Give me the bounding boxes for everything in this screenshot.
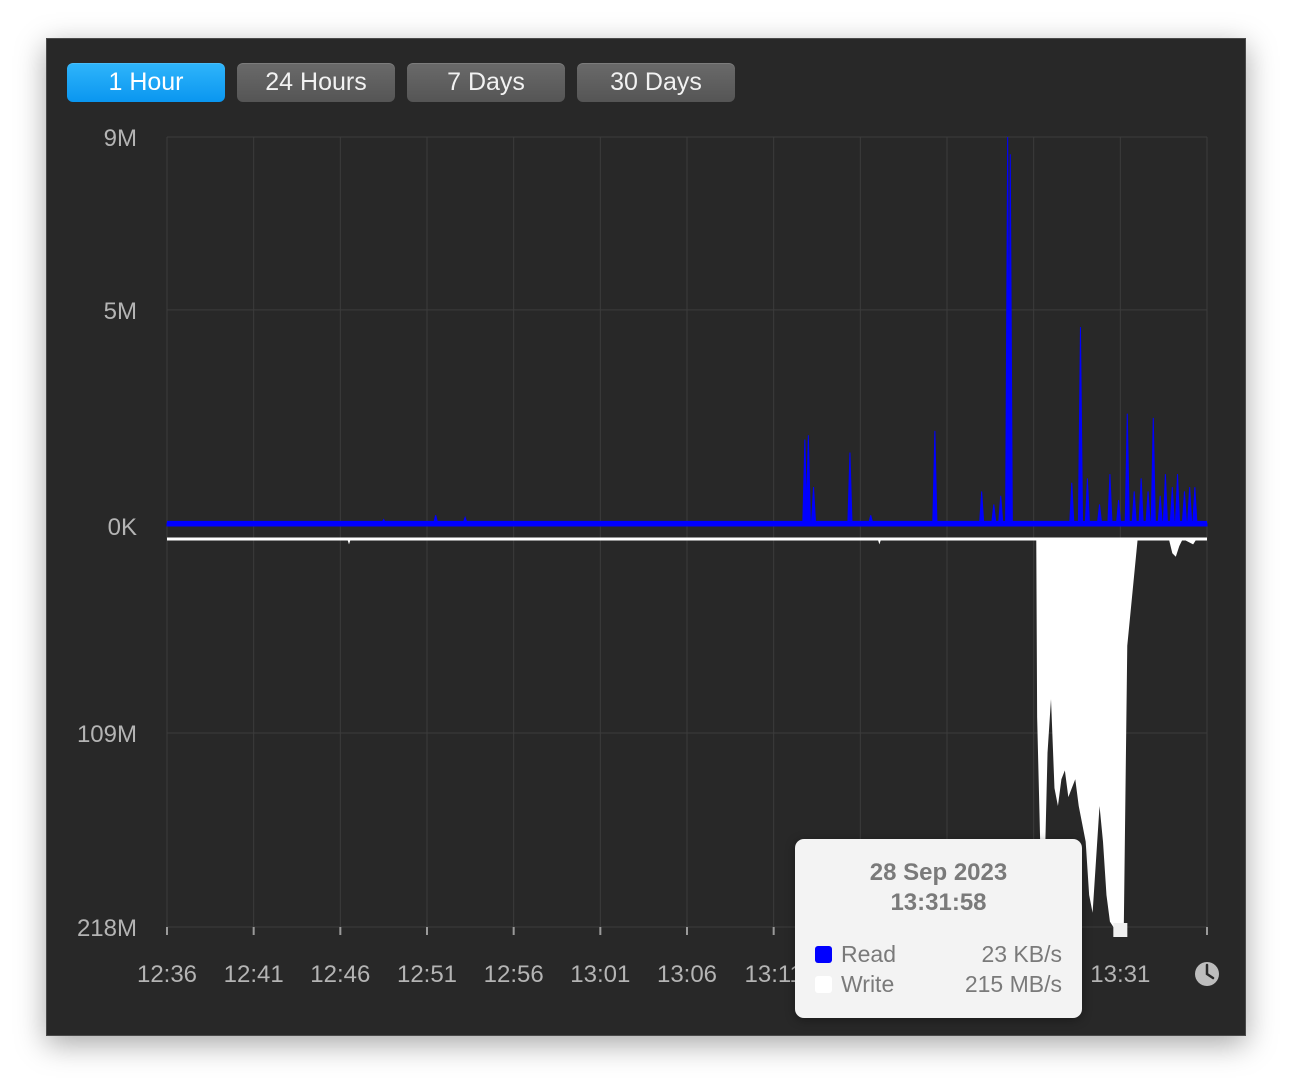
tooltip-date: 28 Sep 2023 xyxy=(869,859,1008,886)
y-tick-label: 0K xyxy=(108,514,137,541)
tooltip-time: 13:31:58 xyxy=(890,889,987,916)
hover-marker xyxy=(1113,923,1128,937)
write-swatch xyxy=(815,975,832,993)
tooltip-read-label: Read xyxy=(841,940,896,967)
tooltip-write-value: 215 MB/s xyxy=(964,970,1062,997)
x-tick-label: 13:01 xyxy=(570,961,630,988)
y-tick-label: 218M xyxy=(77,915,137,942)
x-tick-label: 12:36 xyxy=(137,961,197,988)
read-swatch xyxy=(815,945,832,963)
y-tick-label: 109M xyxy=(77,721,137,748)
tooltip-row-write: Write 215 MB/s xyxy=(815,970,1062,998)
x-tick-label: 12:56 xyxy=(484,961,544,988)
x-tick-label: 12:51 xyxy=(397,961,457,988)
x-tick-label: 13:06 xyxy=(657,961,717,988)
tooltip-read-value: 23 KB/s xyxy=(981,940,1062,967)
x-tick-label: 13:31 xyxy=(1090,961,1150,988)
clock-icon[interactable] xyxy=(1195,962,1219,986)
hover-tooltip: 28 Sep 2023 13:31:58 Read 23 KB/s Write … xyxy=(795,839,1082,1018)
tooltip-row-read: Read 23 KB/s xyxy=(815,940,1062,968)
x-tick-label: 12:46 xyxy=(310,961,370,988)
x-tick-label: 12:41 xyxy=(224,961,284,988)
y-tick-label: 5M xyxy=(104,298,137,325)
disk-activity-window: 1 Hour 24 Hours 7 Days 30 Days 9M 5M 0K 109… xyxy=(46,38,1246,1036)
y-tick-label: 9M xyxy=(104,125,137,152)
tooltip-write-label: Write xyxy=(841,970,895,997)
